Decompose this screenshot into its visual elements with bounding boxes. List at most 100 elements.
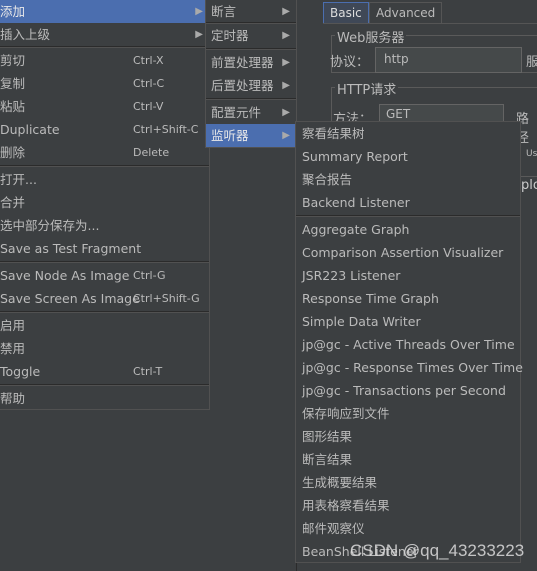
label: 断言 <box>211 4 237 19</box>
label: 剪切 <box>0 53 26 68</box>
label: 定时器 <box>211 28 249 43</box>
listener-item[interactable]: 聚合报告 <box>296 168 520 191</box>
shortcut: Ctrl-G <box>133 269 166 282</box>
separator <box>206 48 296 50</box>
menu-item-save-node-image[interactable]: Save Node As Image Ctrl-G <box>0 264 209 287</box>
label: 合并 <box>0 195 26 210</box>
separator <box>0 384 209 386</box>
label: 插入上级 <box>0 27 51 42</box>
menu-item-add[interactable]: 添加 ▶ <box>0 0 209 23</box>
tab-advanced[interactable]: Advanced <box>369 2 443 23</box>
listener-submenu: 察看结果树 Summary Report 聚合报告 Backend Listener A… <box>295 121 523 563</box>
label: 复制 <box>0 76 26 91</box>
label: 删除 <box>0 145 26 160</box>
menu-item-insert-parent[interactable]: 插入上级 ▶ <box>0 23 209 46</box>
menu-item-duplicate[interactable]: Duplicate Ctrl+Shift-C <box>0 118 209 141</box>
label: 监听器 <box>211 128 249 143</box>
context-menu: 添加 ▶ 插入上级 ▶ 剪切 Ctrl-X 复制 Ctrl-C 粘贴 Ctrl-V Dup… <box>0 0 210 410</box>
submenu-item-postprocessor[interactable]: 后置处理器 ▶ <box>206 74 296 97</box>
plo-label: plo <box>521 178 537 193</box>
listener-item[interactable]: 生成概要结果 <box>296 471 520 494</box>
chevron-right-icon: ▶ <box>282 57 290 68</box>
separator <box>0 311 209 313</box>
label: 粘贴 <box>0 99 26 114</box>
menu-item-save-fragment[interactable]: Save as Test Fragment <box>0 237 209 260</box>
label: 配置元件 <box>211 105 262 120</box>
shortcut: Delete <box>133 146 170 159</box>
label: Duplicate <box>0 122 60 137</box>
label: 选中部分保存为... <box>0 218 100 233</box>
web-server-label: Web服务器 <box>335 27 407 46</box>
label: Toggle <box>0 364 41 379</box>
menu-item-paste[interactable]: 粘贴 Ctrl-V <box>0 95 209 118</box>
shortcut: Ctrl-T <box>133 365 163 378</box>
menu-item-help[interactable]: 帮助 <box>0 387 209 410</box>
chevron-right-icon: ▶ <box>282 30 290 41</box>
menu-item-delete[interactable]: 删除 Delete <box>0 141 209 164</box>
protocol-input[interactable]: http <box>375 47 522 73</box>
menu-item-save-screen-image[interactable]: Save Screen As Image Ctrl+Shift-G <box>0 287 209 310</box>
menu-item-open[interactable]: 打开... <box>0 168 209 191</box>
chevron-right-icon: ▶ <box>195 6 203 17</box>
listener-item[interactable]: Aggregate Graph <box>296 218 520 241</box>
separator <box>0 46 209 48</box>
menu-item-disable[interactable]: 禁用 <box>0 337 209 360</box>
menu-item-toggle[interactable]: Toggle Ctrl-T <box>0 360 209 383</box>
submenu-item-assertion[interactable]: 断言 ▶ <box>206 0 296 23</box>
chevron-right-icon: ▶ <box>282 6 290 17</box>
listener-item[interactable]: jp@gc - Response Times Over Time <box>296 356 523 379</box>
http-request-label: HTTP请求 <box>335 79 399 98</box>
separator <box>0 261 209 263</box>
listener-item[interactable]: Summary Report <box>296 145 520 168</box>
menu-item-save-selection[interactable]: 选中部分保存为... <box>0 214 209 237</box>
separator <box>0 165 209 167</box>
listener-item[interactable]: Simple Data Writer <box>296 310 520 333</box>
listener-item[interactable]: 保存响应到文件 <box>296 402 520 425</box>
protocol-label: 协议： <box>330 55 370 70</box>
label: 禁用 <box>0 341 26 356</box>
chevron-right-icon: ▶ <box>195 29 203 40</box>
listener-item[interactable]: Backend Listener <box>296 191 520 214</box>
label: Save Node As Image <box>0 268 130 283</box>
label: 添加 <box>0 4 26 19</box>
listener-item[interactable]: 用表格察看结果 <box>296 494 520 517</box>
separator <box>296 215 520 217</box>
menu-item-enable[interactable]: 启用 <box>0 314 209 337</box>
chevron-right-icon: ▶ <box>282 80 290 91</box>
submenu-item-timer[interactable]: 定时器 ▶ <box>206 24 296 47</box>
shortcut: Ctrl-C <box>133 77 165 90</box>
label: 帮助 <box>0 391 26 406</box>
label: 启用 <box>0 318 26 333</box>
listener-item[interactable]: jp@gc - Transactions per Second <box>296 379 520 402</box>
label: Save as Test Fragment <box>0 241 142 256</box>
label: Save Screen As Image <box>0 291 140 306</box>
chevron-right-icon: ▶ <box>282 130 290 141</box>
listener-item[interactable]: 断言结果 <box>296 448 520 471</box>
shortcut: Ctrl-V <box>133 100 164 113</box>
submenu-item-listener[interactable]: 监听器 ▶ <box>206 124 296 147</box>
label: 后置处理器 <box>211 78 274 93</box>
menu-item-cut[interactable]: 剪切 Ctrl-X <box>0 49 209 72</box>
add-submenu: 断言 ▶ 定时器 ▶ 前置处理器 ▶ 后置处理器 ▶ 配置元件 ▶ 监听器 ▶ <box>205 0 297 148</box>
listener-item[interactable]: JSR223 Listener <box>296 264 520 287</box>
tab-basic[interactable]: Basic <box>323 2 369 23</box>
listener-item[interactable]: 邮件观察仪 <box>296 517 520 540</box>
server-label: 服 <box>526 55 537 70</box>
listener-item[interactable]: Response Time Graph <box>296 287 520 310</box>
listener-item[interactable]: Comparison Assertion Visualizer <box>296 241 520 264</box>
label: 前置处理器 <box>211 55 274 70</box>
use-label: Us <box>526 149 537 159</box>
watermark: CSDN @qq_43233223 <box>350 541 525 560</box>
listener-item[interactable]: 察看结果树 <box>296 122 520 145</box>
menu-item-merge[interactable]: 合并 <box>0 191 209 214</box>
label: 打开... <box>0 172 37 187</box>
shortcut: Ctrl-X <box>133 54 164 67</box>
chevron-right-icon: ▶ <box>282 107 290 118</box>
listener-item[interactable]: 图形结果 <box>296 425 520 448</box>
separator <box>206 98 296 100</box>
listener-item[interactable]: jp@gc - Active Threads Over Time <box>296 333 520 356</box>
submenu-item-config[interactable]: 配置元件 ▶ <box>206 101 296 124</box>
menu-item-copy[interactable]: 复制 Ctrl-C <box>0 72 209 95</box>
shortcut: Ctrl+Shift-C <box>133 123 199 136</box>
submenu-item-preprocessor[interactable]: 前置处理器 ▶ <box>206 51 296 74</box>
